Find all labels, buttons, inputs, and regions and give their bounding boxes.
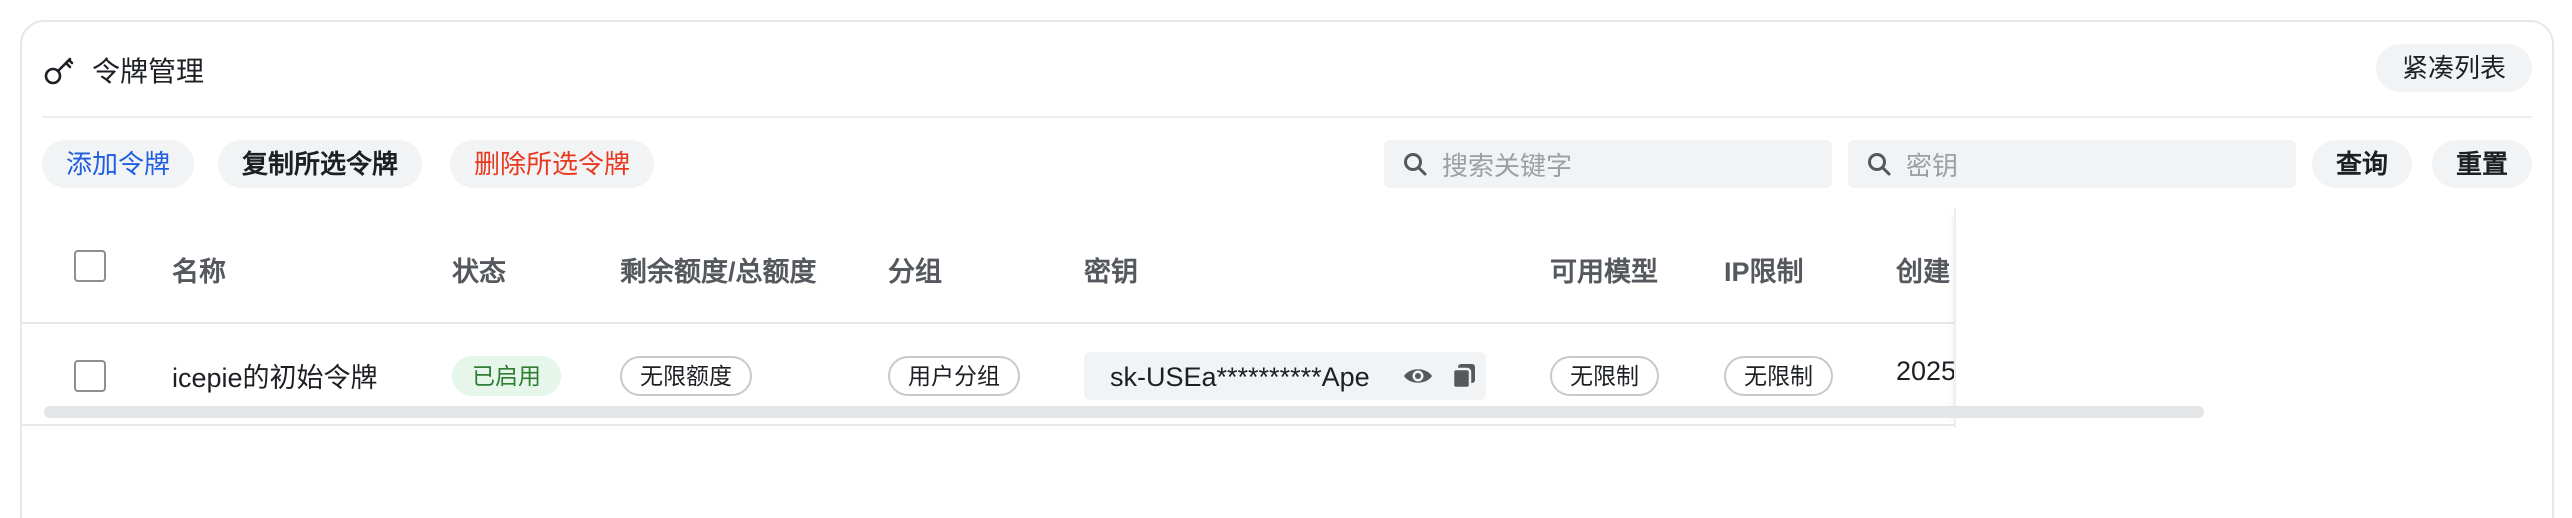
search-icon xyxy=(1866,151,1892,177)
copy-icon[interactable] xyxy=(1450,362,1478,390)
token-key-text: sk-USEa**********Ape xyxy=(1110,362,1370,392)
key-search-input[interactable]: 密钥 xyxy=(1848,140,2296,188)
query-button[interactable]: 查询 xyxy=(2312,140,2413,188)
toolbar: 添加令牌 复制所选令牌 删除所选令牌 搜索关键字 密钥 查询 重置 xyxy=(22,140,2552,190)
row-checkbox[interactable] xyxy=(74,360,106,392)
column-header-ip-limit: IP限制 xyxy=(1724,257,1804,287)
column-header-created: 创建 xyxy=(1896,257,1950,287)
created-time: 2025 xyxy=(1896,356,1954,386)
keyword-search-input[interactable]: 搜索关键字 xyxy=(1384,140,1832,188)
column-header-key: 密钥 xyxy=(1084,257,1138,287)
delete-selected-button[interactable]: 删除所选令牌 xyxy=(450,140,655,188)
add-token-button[interactable]: 添加令牌 xyxy=(42,140,195,188)
eye-icon[interactable] xyxy=(1402,362,1434,390)
select-all-checkbox[interactable] xyxy=(74,250,106,282)
status-badge: 已启用 xyxy=(452,356,561,396)
token-key-field: sk-USEa**********Ape xyxy=(1084,352,1486,400)
column-header-quota: 剩余额度/总额度 xyxy=(620,257,817,287)
search-icon xyxy=(1402,151,1428,177)
token-management-card: 令牌管理 紧凑列表 添加令牌 复制所选令牌 删除所选令牌 搜索关键字 密钥 查询… xyxy=(20,20,2554,518)
horizontal-scrollbar[interactable] xyxy=(44,406,2204,418)
reset-button[interactable]: 重置 xyxy=(2432,140,2533,188)
column-header-models: 可用模型 xyxy=(1550,257,1658,287)
column-header-group: 分组 xyxy=(888,257,942,287)
page-title: 令牌管理 xyxy=(92,56,205,87)
keyword-search-placeholder: 搜索关键字 xyxy=(1442,150,1573,181)
compact-list-button[interactable]: 紧凑列表 xyxy=(2375,44,2532,92)
quota-tag: 无限额度 xyxy=(620,356,752,396)
key-search-placeholder: 密钥 xyxy=(1906,150,1959,181)
key-icon xyxy=(42,53,76,87)
ip-limit-tag: 无限制 xyxy=(1724,356,1833,396)
models-tag: 无限制 xyxy=(1550,356,1659,396)
column-header-status: 状态 xyxy=(452,257,506,287)
title-group: 令牌管理 xyxy=(42,50,204,90)
actions-column: 聊天 禁用 编辑 删除 xyxy=(1954,208,2552,428)
group-tag: 用户分组 xyxy=(888,356,1020,396)
column-header-name: 名称 xyxy=(172,257,226,287)
copy-selected-button[interactable]: 复制所选令牌 xyxy=(218,140,423,188)
token-name: icepie的初始令牌 xyxy=(172,363,378,393)
card-header: 令牌管理 紧凑列表 xyxy=(22,22,2552,116)
header-divider xyxy=(42,116,2532,118)
